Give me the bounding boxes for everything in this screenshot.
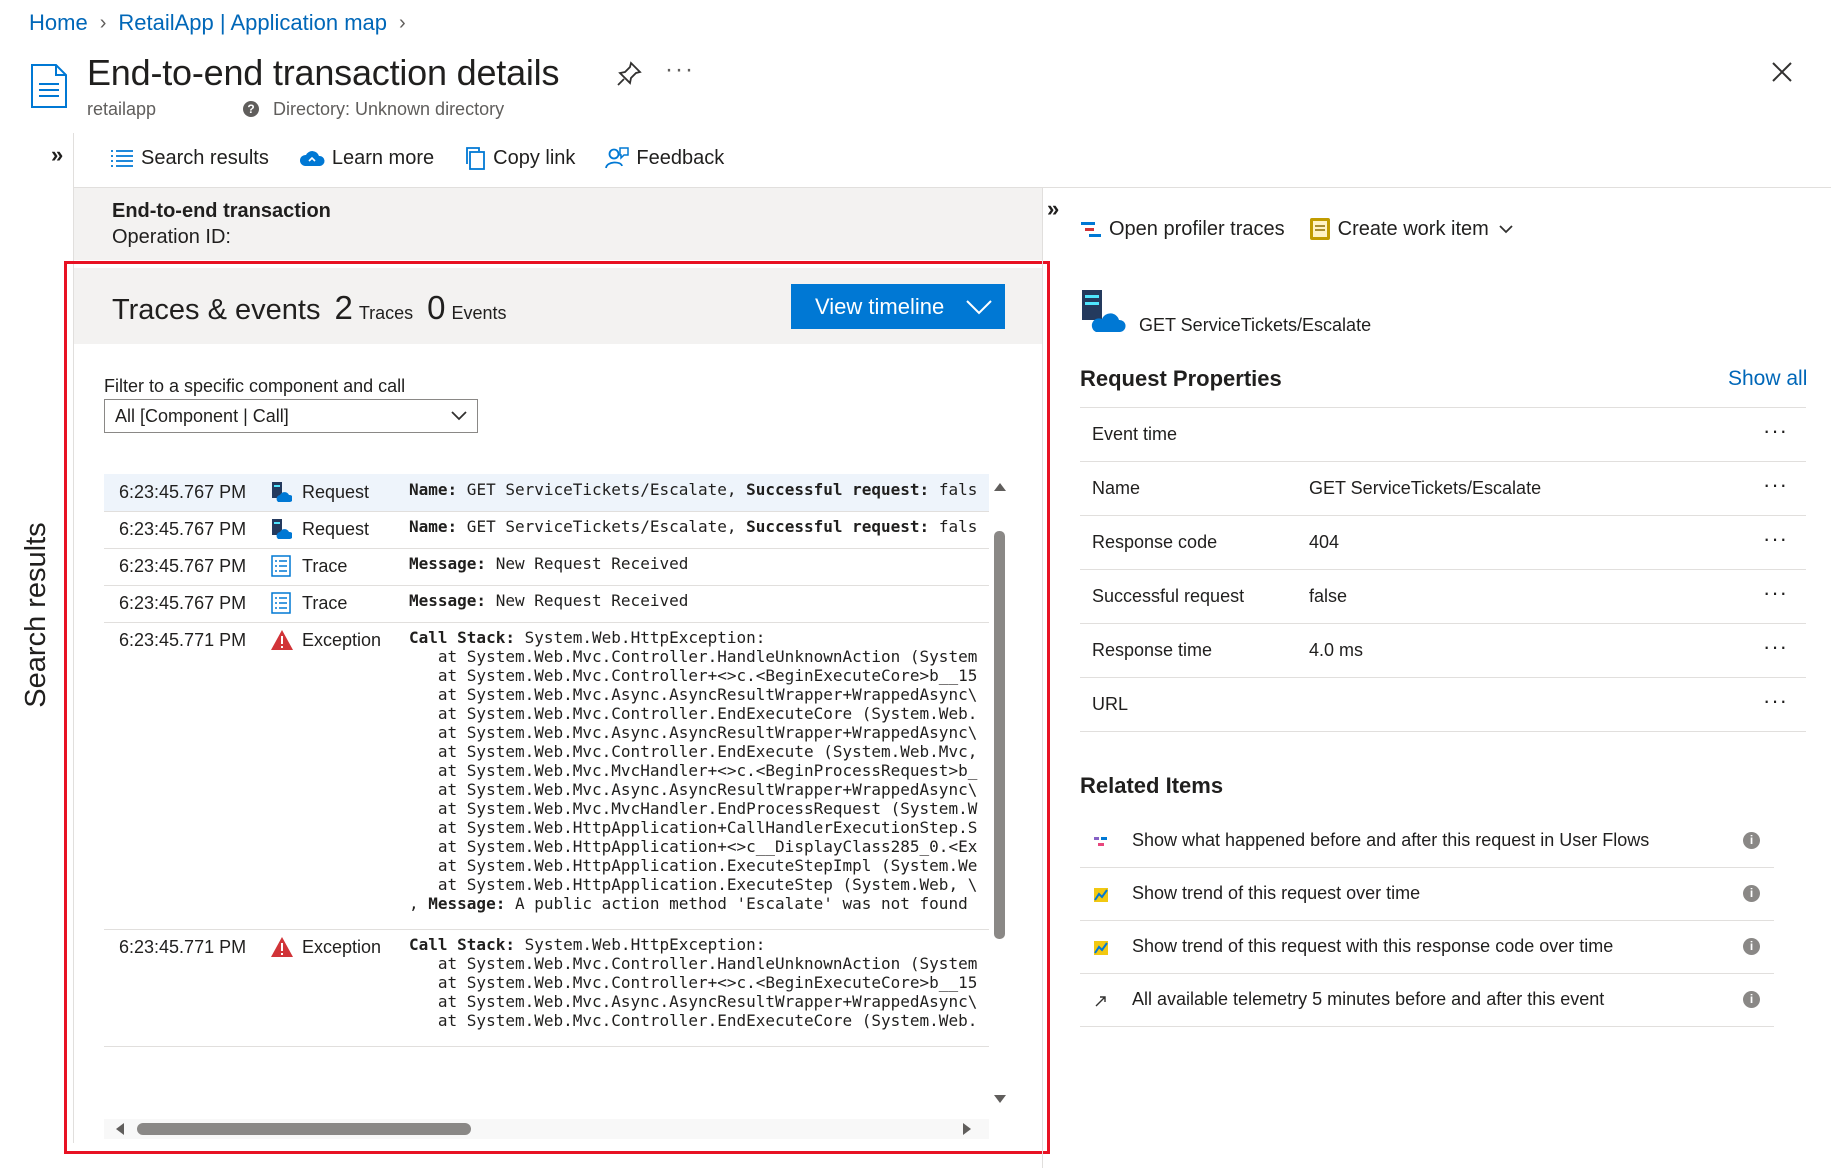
operation-id-label: Operation ID: [112, 226, 231, 248]
info-icon[interactable]: i [1743, 885, 1760, 902]
more-options-icon[interactable]: ··· [665, 56, 695, 84]
feedback-icon [605, 147, 630, 169]
request-properties-table: Event time ··· Name GET ServiceTickets/Esca… [1080, 407, 1806, 732]
related-item-label: All available telemetry 5 minutes before… [1132, 989, 1605, 1009]
property-key: Event time [1092, 424, 1178, 444]
trend-chart-icon [1094, 939, 1108, 955]
work-item-icon [1309, 218, 1330, 240]
property-value: false [1309, 586, 1348, 606]
breadcrumb-application-map[interactable]: RetailApp | Application map [118, 10, 387, 36]
related-item[interactable]: Show trend of this request with this res… [1080, 921, 1774, 974]
search-results-label: Search results [141, 146, 269, 169]
directory-label: Directory: Unknown directory [273, 99, 505, 119]
info-icon[interactable]: i [1743, 991, 1760, 1008]
close-icon[interactable] [1768, 58, 1796, 86]
property-key: Response code [1092, 532, 1218, 552]
related-item-label: Show trend of this request over time [1132, 883, 1421, 903]
learn-more-label: Learn more [331, 146, 435, 169]
related-item[interactable]: All available telemetry 5 minutes before… [1080, 974, 1774, 1027]
page-title: End-to-end transaction details [87, 52, 560, 93]
feedback-label: Feedback [636, 146, 725, 169]
property-row: Response time 4.0 ms ··· [1080, 623, 1806, 677]
property-key: Successful request [1092, 586, 1245, 606]
pin-icon[interactable] [615, 60, 643, 88]
breadcrumb-separator: › [399, 11, 406, 34]
related-item-label: Show trend of this request with this res… [1132, 936, 1614, 956]
copy-link-button[interactable]: Copy link [464, 146, 575, 170]
related-items-title: Related Items [1080, 773, 1224, 798]
info-icon[interactable]: i [1743, 938, 1760, 955]
expand-details-icon[interactable]: » [1047, 196, 1059, 222]
feedback-button[interactable]: Feedback [605, 146, 724, 170]
property-row: Successful request false ··· [1080, 569, 1806, 623]
open-profiler-label: Open profiler traces [1109, 217, 1285, 240]
property-row: Event time ··· [1080, 407, 1806, 461]
related-item[interactable]: Show what happened before and after this… [1080, 815, 1774, 868]
property-more-icon[interactable]: ··· [1763, 418, 1788, 444]
learn-more-button[interactable]: Learn more [299, 147, 434, 170]
property-row: URL ··· [1080, 677, 1806, 732]
create-work-item-button[interactable]: Create work item [1309, 217, 1520, 241]
highlight-frame [64, 261, 1050, 1154]
chevron-down-icon [1499, 225, 1513, 234]
details-command-bar: Open profiler traces Create work item [1080, 217, 1544, 241]
transaction-title: End-to-end transaction [112, 200, 331, 222]
property-value: GET ServiceTickets/Escalate [1309, 478, 1542, 498]
info-icon[interactable]: ? [243, 101, 259, 117]
property-key: URL [1092, 694, 1129, 714]
request-properties-title: Request Properties [1080, 366, 1282, 391]
copy-link-label: Copy link [493, 146, 576, 169]
search-results-button[interactable]: Search results [110, 147, 269, 170]
panel-divider [1042, 188, 1043, 1168]
breadcrumb-separator: › [99, 11, 107, 34]
info-icon[interactable]: i [1743, 832, 1760, 849]
property-key: Name [1092, 478, 1141, 498]
profiler-icon [1081, 222, 1101, 237]
property-row: Name GET ServiceTickets/Escalate ··· [1080, 461, 1806, 515]
breadcrumb: Home › RetailApp | Application map › [29, 10, 418, 36]
expand-sidebar-icon[interactable]: » [51, 142, 63, 168]
copy-icon [466, 147, 486, 170]
related-items-list: Show what happened before and after this… [1080, 815, 1774, 1027]
collapsed-search-results-tab[interactable]: Search results [12, 522, 62, 975]
related-item-label: Show what happened before and after this… [1132, 830, 1650, 850]
transaction-header [74, 188, 1042, 260]
arrow-out-icon [1094, 992, 1108, 1007]
request-name: GET ServiceTickets/Escalate [1139, 315, 1372, 335]
property-more-icon[interactable]: ··· [1763, 472, 1788, 498]
property-more-icon[interactable]: ··· [1763, 580, 1788, 606]
open-profiler-traces-button[interactable]: Open profiler traces [1080, 218, 1285, 241]
trend-chart-icon [1094, 886, 1108, 902]
create-work-item-label: Create work item [1337, 217, 1489, 240]
property-value: 404 [1309, 532, 1340, 552]
command-bar: Search results Learn more Copy link Feed… [110, 146, 754, 170]
cloud-icon [299, 151, 325, 166]
property-value: 4.0 ms [1309, 640, 1364, 660]
property-key: Response time [1092, 640, 1213, 660]
property-more-icon[interactable]: ··· [1763, 634, 1788, 660]
breadcrumb-home[interactable]: Home [29, 10, 88, 36]
property-row: Response code 404 ··· [1080, 515, 1806, 569]
property-more-icon[interactable]: ··· [1763, 688, 1788, 714]
document-icon [31, 64, 67, 108]
request-server-icon [1082, 290, 1126, 332]
user-flows-icon [1094, 833, 1108, 847]
show-all-link[interactable]: Show all [1728, 367, 1807, 391]
property-more-icon[interactable]: ··· [1763, 526, 1788, 552]
related-item[interactable]: Show trend of this request over time i [1080, 868, 1774, 921]
list-icon [111, 150, 133, 167]
collapsed-tab-label: Search results [20, 522, 52, 708]
resource-name: retailapp [87, 99, 157, 119]
